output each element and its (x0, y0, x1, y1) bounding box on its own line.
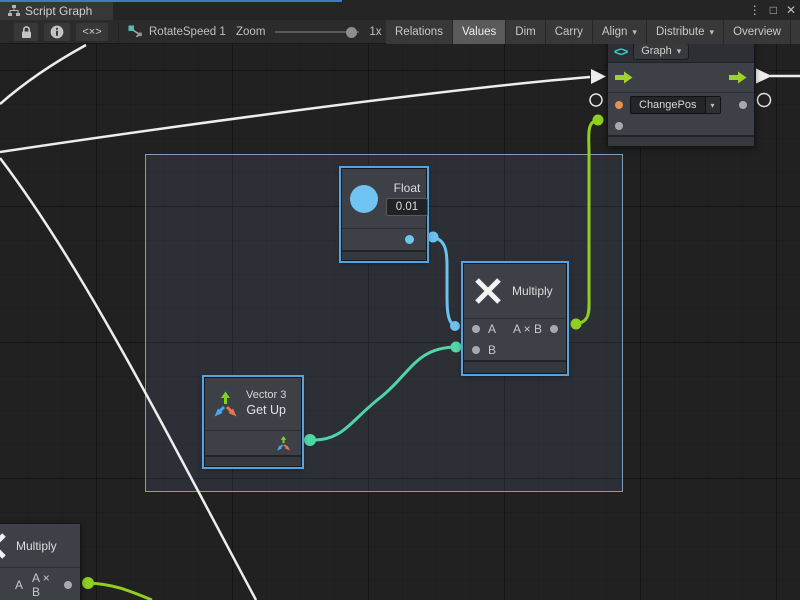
window-controls: ⋮ □ ✕ (749, 3, 796, 17)
lock-button[interactable] (14, 23, 38, 41)
graph-name-label: RotateSpeed 1 (149, 26, 226, 38)
multiply-node-title: Multiply (512, 284, 553, 298)
dim-button[interactable]: Dim (506, 20, 545, 44)
button-label: Overview (733, 26, 781, 38)
zoom-slider-handle[interactable] (346, 27, 357, 38)
float-output-row (342, 228, 426, 250)
title-bar: Script Graph ⋮ □ ✕ (0, 0, 800, 20)
carry-button[interactable]: Carry (546, 20, 593, 44)
align-button[interactable]: Align (593, 20, 647, 44)
graph-dropdown-label: Graph (641, 45, 672, 57)
script-graph-window: <> Graph ChangePos Float (0, 0, 800, 600)
extra-port-row (608, 117, 754, 135)
full-screen-button[interactable]: Full Screen (791, 20, 800, 44)
multiply-icon (473, 276, 503, 306)
vector-node-subtitle: Get Up (246, 403, 286, 419)
port-a-label: A (15, 578, 23, 592)
close-icon[interactable]: ✕ (786, 3, 796, 17)
float-node-title: Float (394, 181, 421, 195)
button-label: Align (602, 26, 628, 38)
node-footer (205, 455, 301, 465)
info-button[interactable] (44, 23, 70, 41)
button-label: Relations (395, 26, 443, 38)
multiply-icon (0, 531, 8, 561)
script-graph-icon (8, 5, 20, 17)
port-out-label: A × B (32, 571, 55, 599)
toolbar: <×> RotateSpeed 1 Zoom 1x Relations Valu… (0, 20, 800, 44)
distribute-button[interactable]: Distribute (647, 20, 724, 44)
vector-output-row (205, 430, 301, 455)
menu-icon[interactable]: ⋮ (749, 3, 761, 17)
port-out-label: A × B (513, 322, 542, 336)
vector-node-title: Vector 3 (246, 389, 286, 403)
changepos-dropdown-label: ChangePos (631, 97, 705, 113)
node-footer (608, 135, 754, 146)
graph-changepos-node[interactable]: <> Graph ChangePos (607, 40, 755, 147)
chevron-down-icon (632, 26, 637, 38)
toolbar-divider (118, 22, 119, 42)
node-footer (464, 360, 566, 373)
tab-script-graph[interactable]: Script Graph (0, 2, 113, 20)
port-b-label: B (488, 343, 496, 357)
multiply-node-header: Multiply (464, 264, 566, 318)
input-port[interactable] (615, 122, 623, 130)
node-footer (342, 250, 426, 260)
zoom-control: Zoom 1x (236, 20, 382, 44)
button-label: Carry (555, 26, 583, 38)
vector3-getup-node[interactable]: Vector 3 Get Up (204, 377, 302, 467)
flow-input-port[interactable] (615, 71, 633, 84)
float-output-port[interactable] (405, 235, 414, 244)
value-port-row: ChangePos (608, 92, 754, 117)
zoom-label: Zoom (236, 26, 265, 38)
toolbar-buttons: Relations Values Dim Carry Align Distrib… (386, 20, 800, 44)
flow-output-port[interactable] (729, 71, 747, 84)
chevron-down-icon (710, 26, 715, 38)
code-icon: <> (614, 44, 627, 59)
zoom-slider-track[interactable] (275, 31, 359, 33)
float-value-input[interactable] (386, 198, 428, 216)
corner-node-title: Multiply (16, 539, 57, 553)
multiply-node[interactable]: Multiply A A × B B (463, 263, 567, 374)
state-graph-icon (128, 25, 143, 39)
lock-icon (20, 26, 33, 39)
changepos-dropdown[interactable]: ChangePos (630, 96, 721, 114)
code-view-icon: <×> (82, 26, 101, 38)
button-label: Dim (515, 26, 535, 38)
orange-input-port[interactable] (615, 101, 623, 109)
info-icon (50, 25, 64, 39)
vector3-output-port[interactable] (276, 436, 291, 451)
output-port[interactable] (550, 325, 558, 333)
vector3-axis-icon (212, 391, 239, 418)
graph-dropdown[interactable]: Graph (633, 43, 689, 60)
input-port-a[interactable] (472, 325, 480, 333)
output-port[interactable] (64, 581, 72, 589)
multiply-row-a: A A × B (464, 318, 566, 339)
overview-button[interactable]: Overview (724, 20, 791, 44)
float-type-icon (350, 185, 378, 213)
chevron-down-icon[interactable] (705, 97, 720, 113)
float-node-header: Float (342, 169, 426, 228)
maximize-icon[interactable]: □ (770, 3, 777, 17)
corner-row-a: A A × B (0, 567, 80, 600)
port-a-label: A (488, 322, 496, 336)
zoom-value: 1x (369, 26, 381, 38)
input-port-b[interactable] (472, 346, 480, 354)
float-node[interactable]: Float (341, 168, 427, 261)
tab-title: Script Graph (25, 4, 92, 18)
vector-node-header: Vector 3 Get Up (205, 378, 301, 430)
multiply-row-b: B (464, 339, 566, 360)
code-view-button[interactable]: <×> (76, 23, 108, 41)
corner-multiply-node[interactable]: Multiply A A × B (0, 523, 81, 600)
relations-button[interactable]: Relations (386, 20, 453, 44)
flow-port-row (608, 63, 754, 92)
output-port[interactable] (739, 101, 747, 109)
values-button[interactable]: Values (453, 20, 506, 44)
button-label: Values (462, 26, 496, 38)
graph-node-header: <> Graph (608, 41, 754, 63)
graph-breadcrumb[interactable]: RotateSpeed 1 (128, 20, 226, 44)
button-label: Distribute (656, 26, 705, 38)
corner-node-header: Multiply (0, 524, 80, 567)
